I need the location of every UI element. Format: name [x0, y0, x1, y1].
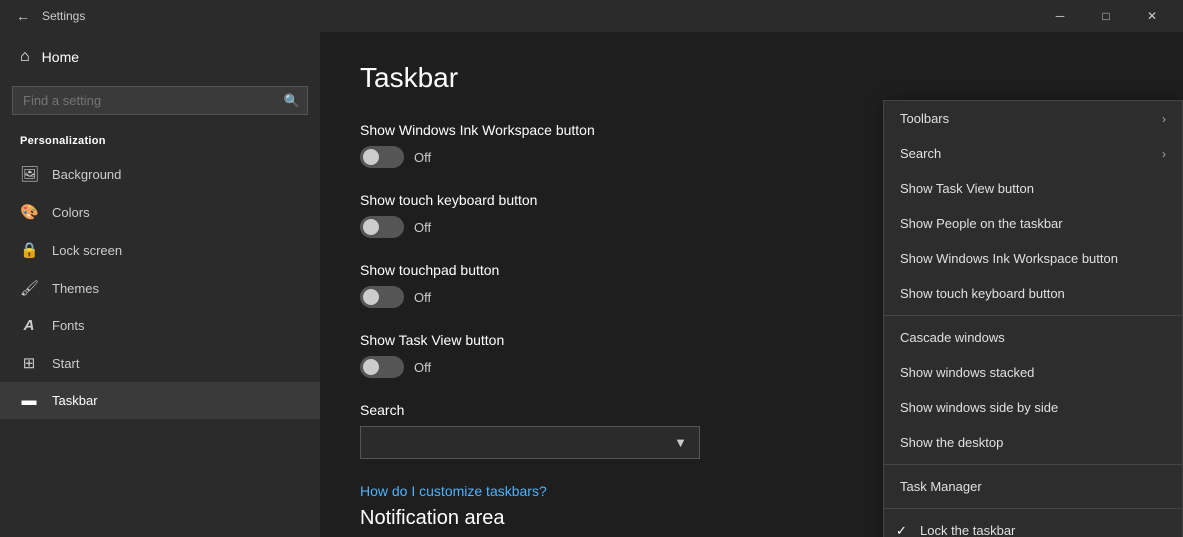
window-controls: ─ □ ✕ — [1037, 0, 1175, 32]
titlebar: ← Settings ─ □ ✕ — [0, 0, 1183, 32]
ctx-item-search[interactable]: Search › — [884, 136, 1182, 171]
start-icon: ⊞ — [20, 354, 38, 372]
toggle-touch-keyboard[interactable] — [360, 216, 404, 238]
main-content: Taskbar Show Windows Ink Workspace butto… — [320, 32, 1183, 537]
themes-icon: 🖌 — [20, 279, 38, 297]
sidebar-section-title: Personalization — [0, 127, 320, 155]
ctx-item-people[interactable]: Show People on the taskbar — [884, 206, 1182, 241]
background-icon: 🖼 — [20, 165, 38, 183]
ctx-item-show-desktop[interactable]: Show the desktop — [884, 425, 1182, 460]
home-icon: ⌂ — [20, 48, 30, 66]
colors-icon: 🎨 — [20, 203, 38, 221]
minimize-button[interactable]: ─ — [1037, 0, 1083, 32]
ctx-item-stacked[interactable]: Show windows stacked — [884, 355, 1182, 390]
ctx-divider-2 — [884, 464, 1182, 465]
sidebar-item-start[interactable]: ⊞ Start — [0, 344, 320, 382]
ctx-label-task-manager: Task Manager — [900, 479, 982, 494]
toggle-ink-workspace[interactable] — [360, 146, 404, 168]
ctx-label-touch-keyboard-btn: Show touch keyboard button — [900, 286, 1065, 301]
sidebar-item-colors[interactable]: 🎨 Colors — [0, 193, 320, 231]
ctx-item-task-view-btn[interactable]: Show Task View button — [884, 171, 1182, 206]
sidebar-item-label: Start — [52, 356, 79, 371]
search-dropdown[interactable]: ▼ — [360, 426, 700, 459]
sidebar-item-label: Background — [52, 167, 121, 182]
sidebar-item-fonts[interactable]: A Fonts — [0, 307, 320, 344]
ctx-label-lock-taskbar: Lock the taskbar — [920, 523, 1015, 537]
toggle-touchpad[interactable] — [360, 286, 404, 308]
sidebar-item-label: Lock screen — [52, 243, 122, 258]
ctx-label-toolbars: Toolbars — [900, 111, 949, 126]
ctx-item-lock-taskbar[interactable]: ✓ Lock the taskbar — [884, 513, 1182, 537]
ctx-label-cascade: Cascade windows — [900, 330, 1005, 345]
toggle-state-ink: Off — [414, 150, 431, 165]
sidebar-item-lock-screen[interactable]: 🔒 Lock screen — [0, 231, 320, 269]
sidebar-item-label: Colors — [52, 205, 90, 220]
toggle-state-touch-kb: Off — [414, 220, 431, 235]
sidebar-item-label: Fonts — [52, 318, 85, 333]
ctx-arrow-toolbars: › — [1162, 112, 1166, 126]
fonts-icon: A — [20, 317, 38, 334]
sidebar-item-label: Taskbar — [52, 393, 98, 408]
ctx-item-side-by-side[interactable]: Show windows side by side — [884, 390, 1182, 425]
ctx-label-side-by-side: Show windows side by side — [900, 400, 1058, 415]
chevron-down-icon: ▼ — [674, 435, 687, 450]
sidebar: ⌂ Home 🔍 Personalization 🖼 Background 🎨 … — [0, 32, 320, 537]
ctx-label-search: Search — [900, 146, 941, 161]
search-input[interactable] — [12, 86, 308, 115]
page-title: Taskbar — [360, 62, 1143, 94]
sidebar-item-themes[interactable]: 🖌 Themes — [0, 269, 320, 307]
ctx-item-task-manager[interactable]: Task Manager — [884, 469, 1182, 504]
search-container: 🔍 — [12, 86, 308, 115]
ctx-arrow-search: › — [1162, 147, 1166, 161]
ctx-divider-1 — [884, 315, 1182, 316]
search-wrapper: 🔍 — [0, 82, 320, 127]
app-title: Settings — [42, 9, 85, 23]
ctx-item-cascade[interactable]: Cascade windows — [884, 320, 1182, 355]
sidebar-item-label: Themes — [52, 281, 99, 296]
sidebar-item-taskbar[interactable]: ▬ Taskbar — [0, 382, 320, 419]
ctx-divider-3 — [884, 508, 1182, 509]
ctx-item-toolbars[interactable]: Toolbars › — [884, 101, 1182, 136]
ctx-label-people: Show People on the taskbar — [900, 216, 1063, 231]
taskbar-icon: ▬ — [20, 392, 38, 409]
back-button[interactable]: ← — [8, 4, 38, 28]
ctx-item-touch-keyboard-btn[interactable]: Show touch keyboard button — [884, 276, 1182, 311]
context-menu: Toolbars › Search › Show Task View butto… — [883, 100, 1183, 537]
close-button[interactable]: ✕ — [1129, 0, 1175, 32]
toggle-state-touchpad: Off — [414, 290, 431, 305]
ctx-label-ink-workspace-btn: Show Windows Ink Workspace button — [900, 251, 1118, 266]
toggle-state-task-view: Off — [414, 360, 431, 375]
ctx-label-task-view-btn: Show Task View button — [900, 181, 1034, 196]
ctx-label-show-desktop: Show the desktop — [900, 435, 1003, 450]
search-icon: 🔍 — [284, 93, 300, 109]
sidebar-item-background[interactable]: 🖼 Background — [0, 155, 320, 193]
app-body: ⌂ Home 🔍 Personalization 🖼 Background 🎨 … — [0, 32, 1183, 537]
ctx-item-ink-workspace-btn[interactable]: Show Windows Ink Workspace button — [884, 241, 1182, 276]
sidebar-item-home[interactable]: ⌂ Home — [0, 32, 320, 82]
check-icon: ✓ — [896, 523, 907, 537]
toggle-task-view[interactable] — [360, 356, 404, 378]
home-label: Home — [42, 49, 79, 65]
ctx-label-stacked: Show windows stacked — [900, 365, 1034, 380]
maximize-button[interactable]: □ — [1083, 0, 1129, 32]
lock-icon: 🔒 — [20, 241, 38, 259]
